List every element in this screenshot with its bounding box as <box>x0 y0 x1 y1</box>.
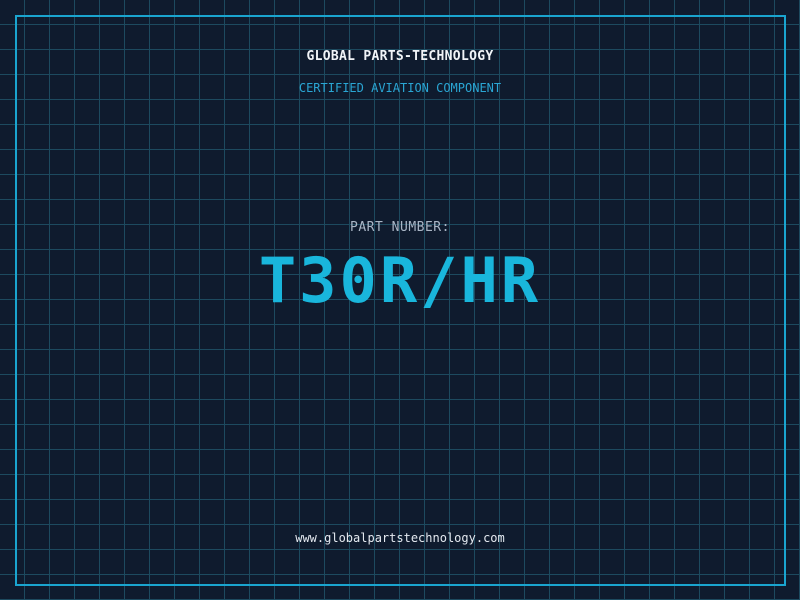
part-number-value: T30R/HR <box>258 244 542 317</box>
tagline: CERTIFIED AVIATION COMPONENT <box>298 81 502 95</box>
website-url: www.globalpartstechnology.com <box>295 531 505 545</box>
part-card: GLOBAL PARTS-TECHNOLOGY CERTIFIED AVIATI… <box>0 0 800 600</box>
part-number-label: PART NUMBER: <box>350 220 450 235</box>
company-name: GLOBAL PARTS-TECHNOLOGY <box>306 49 494 64</box>
